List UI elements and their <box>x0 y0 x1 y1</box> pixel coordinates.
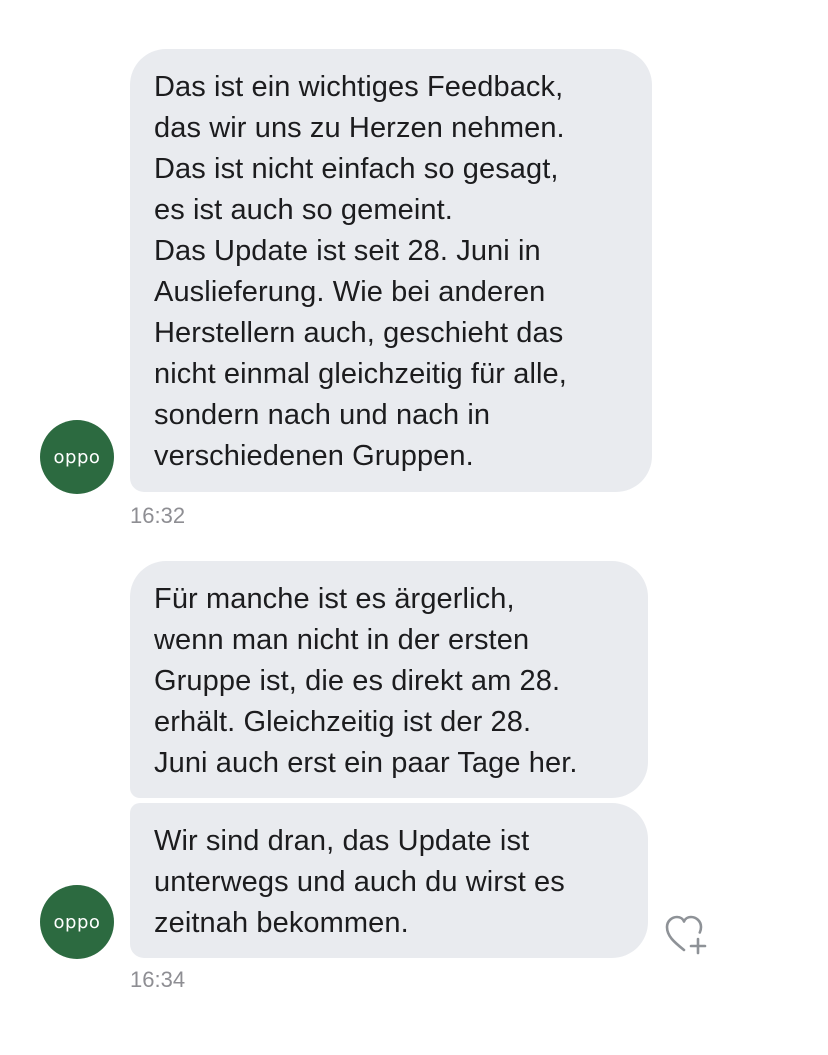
message-bubble[interactable]: Das ist ein wichtiges Feedback, das wir … <box>130 49 652 492</box>
message-bubble[interactable]: Für manche ist es ärgerlich, wenn man ni… <box>130 561 648 798</box>
message-timestamp: 16:32 <box>130 503 186 528</box>
avatar[interactable]: oppo <box>40 420 114 494</box>
avatar[interactable]: oppo <box>40 885 114 959</box>
message-timestamp: 16:34 <box>130 967 186 992</box>
heart-plus-icon <box>665 915 707 955</box>
avatar-label: oppo <box>53 446 101 468</box>
avatar-label: oppo <box>53 911 101 933</box>
message-bubble[interactable]: Wir sind dran, das Update ist unterwegs … <box>130 803 648 958</box>
react-button[interactable] <box>664 914 708 956</box>
